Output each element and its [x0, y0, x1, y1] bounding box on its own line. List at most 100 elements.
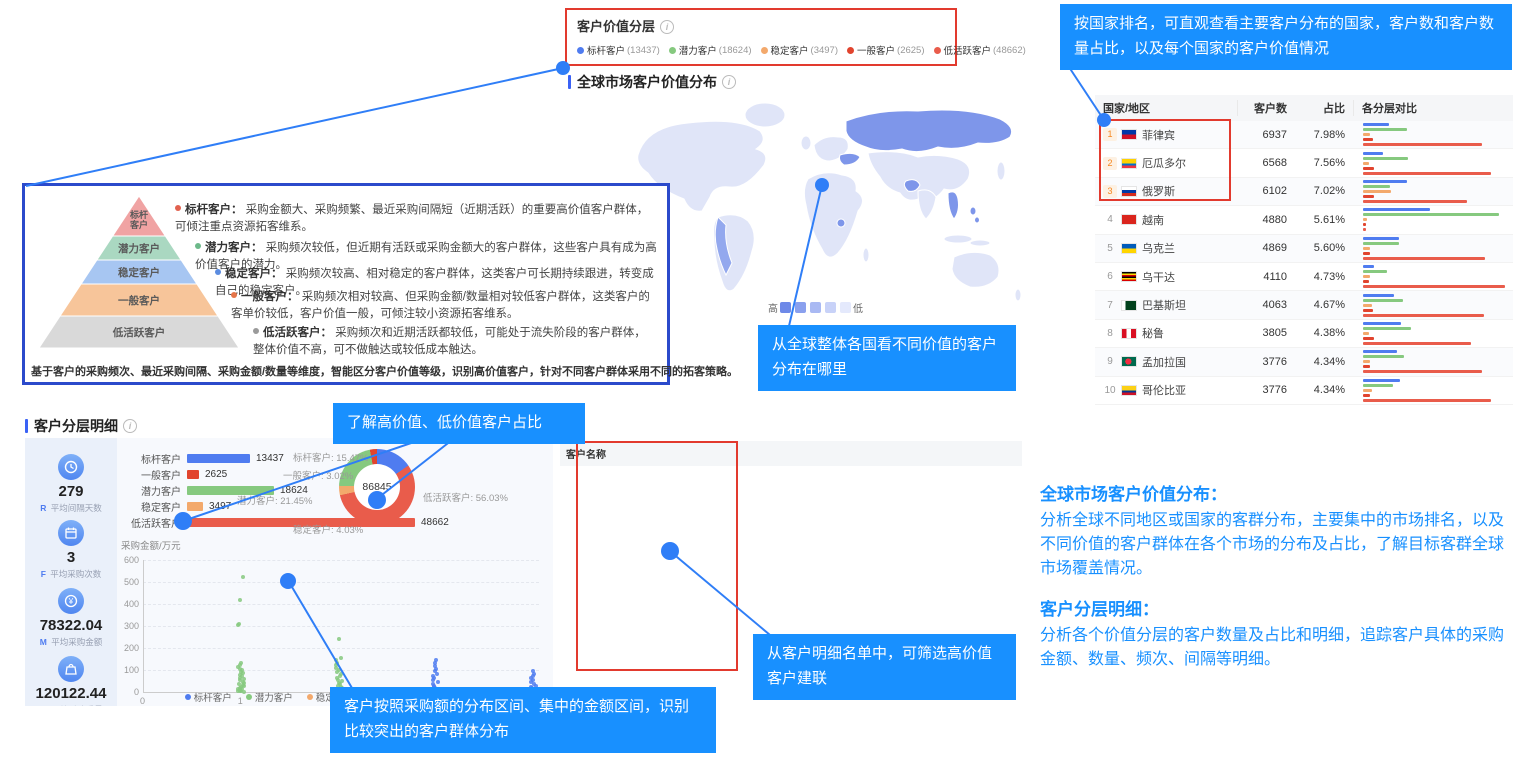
- scatter-gridline: [143, 670, 539, 671]
- tier-mini-bar: [1363, 208, 1430, 211]
- country-table-header: 国家/地区 客户数 占比 各分层对比: [1095, 95, 1513, 121]
- tier-mini-bar: [1363, 327, 1411, 330]
- country-name: 巴基斯坦: [1142, 297, 1186, 313]
- info-icon[interactable]: i: [123, 419, 137, 433]
- tier-legend-item[interactable]: 潜力客户 (18624): [669, 43, 752, 57]
- col-customer-count[interactable]: 客户数: [1237, 100, 1295, 116]
- tier-bar-label: 潜力客户: [121, 483, 181, 498]
- country-customers: 4063: [1237, 299, 1295, 311]
- country-tier-bars: [1353, 377, 1513, 404]
- scatter-legend-dot: [185, 694, 191, 700]
- tier-legend-dot: [934, 47, 941, 54]
- tier-legend-label: 一般客户: [857, 43, 895, 57]
- country-row[interactable]: 7巴基斯坦40634.67%: [1095, 291, 1513, 319]
- info-icon[interactable]: i: [722, 75, 736, 89]
- country-row[interactable]: 2厄瓜多尔65687.56%: [1095, 149, 1513, 177]
- scatter-point: [436, 680, 440, 684]
- tier-bullet-icon: [215, 269, 221, 275]
- country-tier-bars: [1353, 292, 1513, 319]
- tier-mini-bar: [1363, 322, 1401, 325]
- clock-icon: [58, 454, 84, 480]
- stat-prefix: W: [39, 705, 47, 706]
- tier-detail-section-title: 客户分层明细 i: [25, 416, 137, 436]
- country-tier-bars: [1353, 235, 1513, 262]
- country-flag-icon: [1121, 186, 1137, 197]
- scatter-point: [337, 637, 341, 641]
- tier-mini-bar: [1363, 394, 1370, 397]
- customer-name-column-highlight-box: [576, 441, 738, 671]
- col-share[interactable]: 占比: [1295, 100, 1353, 116]
- weight-icon: [58, 656, 84, 682]
- country-rank: 1: [1103, 128, 1117, 141]
- tier-mini-bar: [1363, 280, 1369, 283]
- legend-low-label: 低: [853, 300, 863, 315]
- tier-legend-item[interactable]: 标杆客户 (13437): [577, 43, 660, 57]
- note-global-body: 分析全球不同地区或国家的客群分布，主要集中的市场排名，以及不同价值的客户群体在各…: [1040, 509, 1508, 581]
- tier-mini-bar: [1363, 299, 1403, 302]
- stat-f: 3F 平均采购次数: [25, 520, 117, 580]
- col-country[interactable]: 国家/地区: [1095, 100, 1237, 116]
- tier-bar-label: 一般客户: [121, 467, 181, 482]
- scatter-legend-item[interactable]: 标杆客户: [185, 690, 232, 704]
- country-row[interactable]: 3俄罗斯61027.02%: [1095, 178, 1513, 206]
- tier-legend-item[interactable]: 稳定客户 (3497): [761, 43, 838, 57]
- stat-prefix: M: [40, 637, 47, 647]
- tier-bar: [187, 502, 203, 511]
- country-row[interactable]: 9孟加拉国37764.34%: [1095, 348, 1513, 376]
- country-row[interactable]: 4越南48805.61%: [1095, 206, 1513, 234]
- tier-legend-item[interactable]: 一般客户 (2625): [847, 43, 924, 57]
- tier-bar: [187, 454, 250, 463]
- amount-frequency-scatter: 010020030040050060001234采购频次: [113, 554, 553, 704]
- scatter-legend-item[interactable]: 潜力客户: [246, 690, 293, 704]
- scatter-gridline: [143, 582, 539, 583]
- country-rank: 10: [1103, 385, 1117, 396]
- tier-mini-bar: [1363, 332, 1369, 335]
- country-cell: 8秘鲁: [1095, 325, 1237, 341]
- country-row[interactable]: 10哥伦比亚37764.34%: [1095, 377, 1513, 405]
- coin-icon: ¥: [58, 588, 84, 614]
- country-customers: 4110: [1237, 271, 1295, 283]
- country-cell: 2厄瓜多尔: [1095, 155, 1237, 171]
- pyramid-layer-label: 稳定客户: [118, 266, 160, 279]
- tier-mini-bar: [1363, 252, 1370, 255]
- tier-legend-count: (48662): [993, 45, 1026, 56]
- country-flag-icon: [1121, 129, 1137, 140]
- country-share: 4.73%: [1295, 271, 1353, 283]
- scatter-gridline: [143, 604, 539, 605]
- country-tier-bars: [1353, 263, 1513, 290]
- scatter-legend-dot: [307, 694, 313, 700]
- country-ranking-table: 国家/地区 客户数 占比 各分层对比 1菲律宾69377.98%2厄瓜多尔656…: [1095, 95, 1513, 405]
- tier-mini-bar: [1363, 138, 1373, 141]
- callout-scatter: 客户按照采购额的分布区间、集中的金额区间，识别比较突出的客户群体分布: [330, 687, 716, 753]
- world-map[interactable]: [618, 93, 1040, 311]
- tier-detail-panel: 279R 平均间隔天数3F 平均采购次数¥78322.04M 平均采购金额120…: [25, 438, 553, 706]
- tier-legend-dot: [669, 47, 676, 54]
- country-row[interactable]: 6乌干达41104.73%: [1095, 263, 1513, 291]
- country-name: 厄瓜多尔: [1142, 155, 1186, 171]
- scatter-point: [237, 622, 241, 626]
- stat-m: ¥78322.04M 平均采购金额: [25, 588, 117, 648]
- scatter-y-tick: 100: [113, 665, 139, 675]
- tier-legend-dot: [761, 47, 768, 54]
- tier-bullet-icon: [231, 292, 237, 298]
- country-row[interactable]: 8秘鲁38054.38%: [1095, 320, 1513, 348]
- country-name: 秘鲁: [1142, 325, 1164, 341]
- country-row[interactable]: 1菲律宾69377.98%: [1095, 121, 1513, 149]
- section-bar: [568, 75, 571, 89]
- tier-description: 一般客户： 采购频次相对较高、但采购金额/数量相对较低客户群体，这类客户的客单价…: [231, 289, 657, 322]
- country-tier-bars: [1353, 320, 1513, 347]
- tier-mini-bar: [1363, 389, 1372, 392]
- tier-legend-label: 低活跃客户: [944, 43, 992, 57]
- tier-mini-bar: [1363, 270, 1387, 273]
- tier-description-text: 采购金额大、采购频繁、最近采购间隔短（近期活跃）的重要高价值客户群体，可倾注重点…: [175, 204, 648, 233]
- country-share: 4.34%: [1295, 356, 1353, 368]
- country-row[interactable]: 5乌克兰48695.60%: [1095, 235, 1513, 263]
- tier-mini-bar: [1363, 200, 1467, 203]
- tier-mini-bar: [1363, 157, 1408, 160]
- tier-legend-item[interactable]: 低活跃客户 (48662): [934, 43, 1026, 57]
- scatter-y-tick: 200: [113, 643, 139, 653]
- pyramid-layer-label: 一般客户: [118, 294, 160, 307]
- info-icon[interactable]: i: [660, 20, 674, 34]
- country-cell: 9孟加拉国: [1095, 354, 1237, 370]
- country-name: 乌克兰: [1142, 240, 1175, 256]
